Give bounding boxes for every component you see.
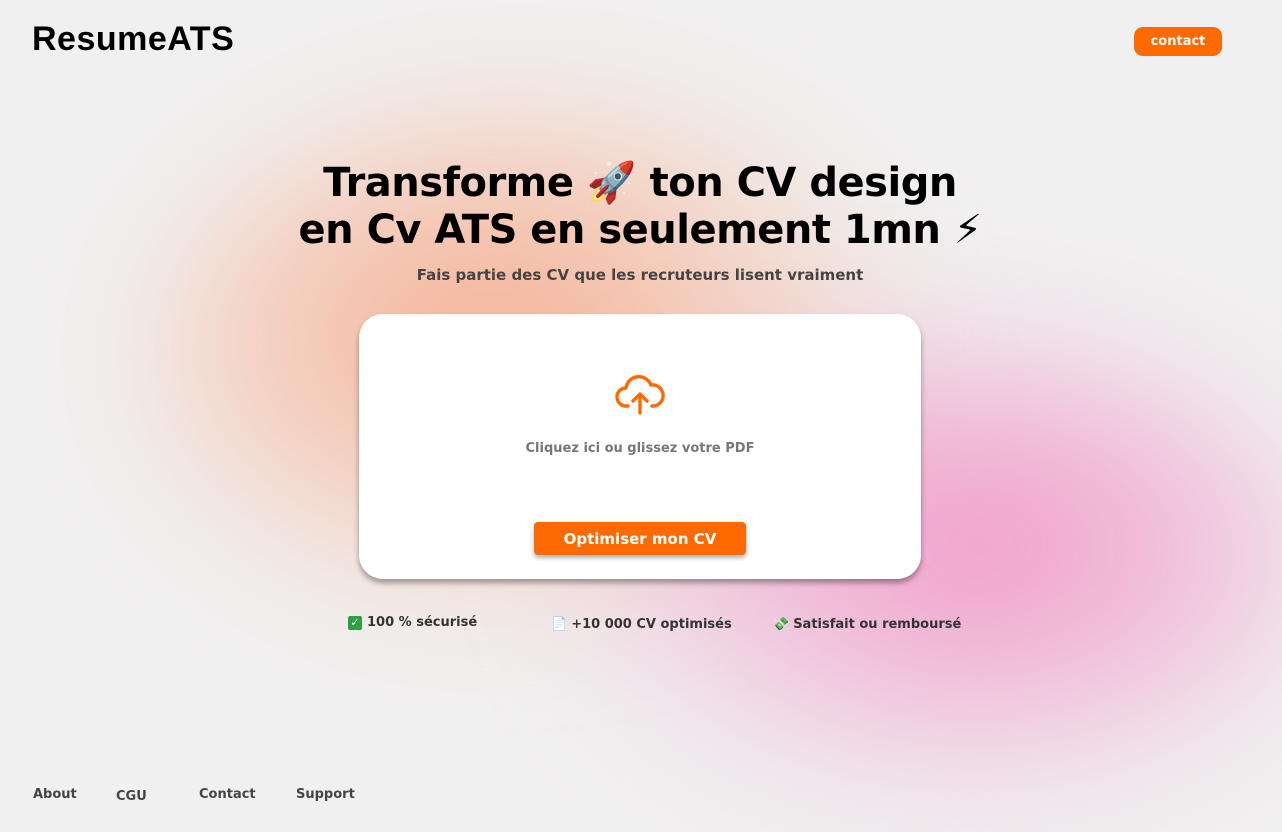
rocket-icon: 🚀	[586, 160, 637, 206]
money-icon: 💸	[773, 617, 790, 632]
feature-optimized-count: 📄 +10 000 CV optimisés	[551, 617, 732, 632]
footer-link-cgu[interactable]: CGU	[116, 789, 147, 804]
upload-card: Cliquez ici ou glissez votre PDF Optimis…	[359, 314, 921, 579]
check-icon: ✓	[348, 615, 362, 630]
pdf-dropzone[interactable]: Cliquez ici ou glissez votre PDF	[479, 359, 801, 479]
logo[interactable]: ResumeATS	[32, 20, 234, 59]
hero-title: Transforme 🚀 ton CV design en Cv ATS en …	[240, 160, 1040, 254]
feature-label: +10 000 CV optimisés	[571, 617, 732, 632]
footer-link-about[interactable]: About	[33, 787, 77, 802]
feature-label: Satisfait ou remboursé	[793, 617, 962, 632]
footer-link-support[interactable]: Support	[296, 787, 355, 802]
dropzone-label: Cliquez ici ou glissez votre PDF	[525, 441, 755, 456]
document-icon: 📄	[551, 617, 568, 632]
hero-title-part1: Transforme	[323, 160, 574, 206]
hero-title-part3: en Cv ATS en seulement 1mn	[298, 207, 941, 253]
optimize-cv-button[interactable]: Optimiser mon CV	[534, 522, 746, 555]
feature-label: 100 % sécurisé	[367, 615, 478, 630]
feature-secure: ✓ 100 % sécurisé	[348, 615, 477, 630]
feature-refund: 💸 Satisfait ou remboursé	[773, 617, 961, 632]
footer-link-contact[interactable]: Contact	[199, 787, 256, 802]
lightning-icon: ⚡	[953, 207, 982, 253]
hero-subtitle: Fais partie des CV que les recruteurs li…	[416, 266, 864, 284]
contact-button[interactable]: contact	[1134, 27, 1222, 56]
cloud-upload-icon	[615, 375, 665, 415]
hero-title-part2: ton CV design	[649, 160, 958, 206]
